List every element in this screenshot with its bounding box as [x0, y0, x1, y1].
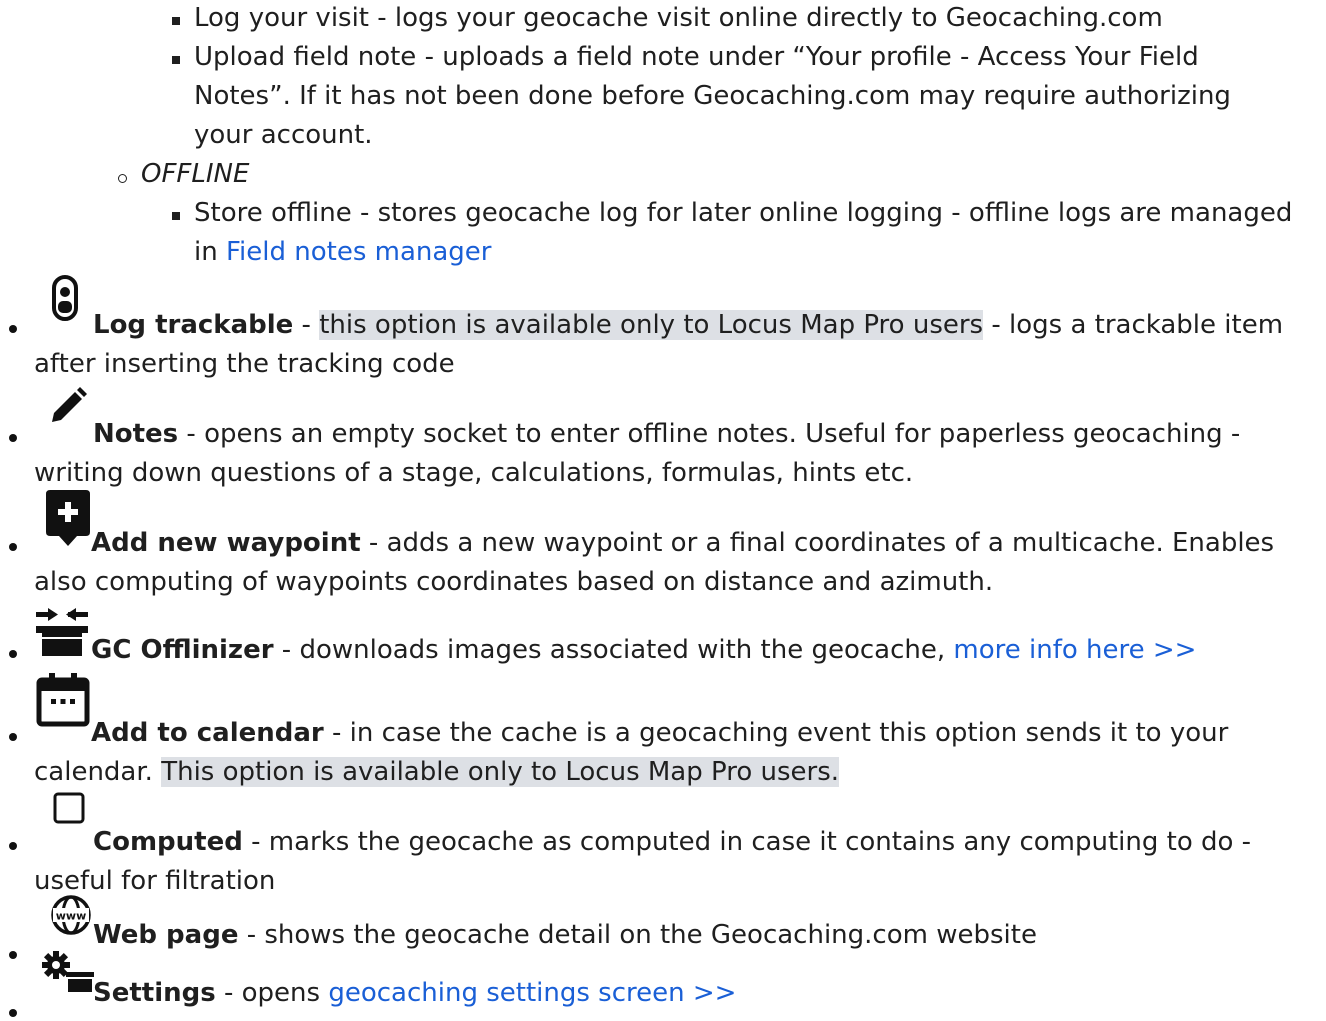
gc-offlinizer-title: GC Offlinizer	[91, 635, 274, 665]
upload-field-note-text-line3: your account.	[194, 120, 373, 150]
checkbox-icon	[53, 792, 85, 824]
store-offline-text: Store offline - stores geocache log for …	[194, 198, 1293, 228]
pro-users-highlight: This option is available only to Locus M…	[161, 757, 840, 787]
log-trackable-title: Log trackable	[93, 310, 294, 340]
add-calendar-line2: calendar. This option is available only …	[34, 757, 840, 787]
add-waypoint-line2: also computing of waypoints coordinates …	[34, 567, 994, 597]
log-trackable-line1: Log trackable - this option is available…	[93, 310, 1284, 340]
computed-line2: useful for filtration	[34, 866, 276, 896]
log-trackable-line2: after inserting the tracking code	[34, 349, 455, 379]
upload-field-note-text-line2: Notes”. If it has not been done before G…	[194, 81, 1231, 111]
pro-users-highlight: this option is available only to Locus M…	[319, 310, 984, 340]
web-page-line1: Web page - shows the geocache detail on …	[93, 920, 1037, 950]
add-waypoint-title: Add new waypoint	[91, 528, 361, 558]
settings-title: Settings	[93, 978, 216, 1008]
bullet-dot	[9, 325, 17, 333]
bullet-dot	[9, 434, 17, 442]
add-waypoint-line1: Add new waypoint - adds a new waypoint o…	[91, 528, 1275, 558]
settings-icon	[42, 951, 94, 992]
bullet-dot	[9, 650, 17, 658]
computed-title: Computed	[93, 827, 243, 857]
pencil-icon	[52, 387, 87, 422]
settings-line1: Settings - opens geocaching settings scr…	[93, 978, 737, 1008]
upload-field-note-text: Upload field note - uploads a field note…	[194, 42, 1199, 72]
calendar-icon	[36, 673, 90, 727]
bullet-dot	[9, 1009, 17, 1017]
bullet-circle	[118, 174, 127, 183]
trackable-icon	[52, 275, 78, 321]
web-page-title: Web page	[93, 920, 239, 950]
www-label: www	[56, 910, 87, 923]
bullet-square	[172, 17, 180, 25]
bullet-square	[172, 56, 180, 64]
bullet-dot	[9, 543, 17, 551]
log-your-visit-text: Log your visit - logs your geocache visi…	[194, 3, 1163, 33]
geocaching-settings-link[interactable]: geocaching settings screen >>	[328, 978, 736, 1008]
bullet-square	[172, 212, 180, 220]
bullet-dot	[9, 733, 17, 741]
gc-offlinizer-line1: GC Offlinizer - downloads images associa…	[91, 635, 1197, 665]
bullet-dot	[9, 951, 17, 959]
store-offline-text-line2: in Field notes manager	[194, 237, 492, 267]
add-calendar-title: Add to calendar	[91, 718, 324, 748]
notes-line2: writing down questions of a stage, calcu…	[34, 458, 914, 488]
field-notes-manager-link[interactable]: Field notes manager	[226, 237, 492, 267]
bullet-dot	[9, 842, 17, 850]
add-waypoint-icon	[46, 490, 90, 546]
globe-www-icon: www	[51, 895, 91, 935]
offline-heading: OFFLINE	[141, 159, 250, 189]
offlinizer-icon	[36, 608, 88, 656]
computed-line1: Computed - marks the geocache as compute…	[93, 827, 1252, 857]
notes-line1: Notes - opens an empty socket to enter o…	[93, 419, 1241, 449]
notes-title: Notes	[93, 419, 179, 449]
more-info-link[interactable]: more info here >>	[953, 635, 1196, 665]
add-calendar-line1: Add to calendar - in case the cache is a…	[91, 718, 1229, 748]
